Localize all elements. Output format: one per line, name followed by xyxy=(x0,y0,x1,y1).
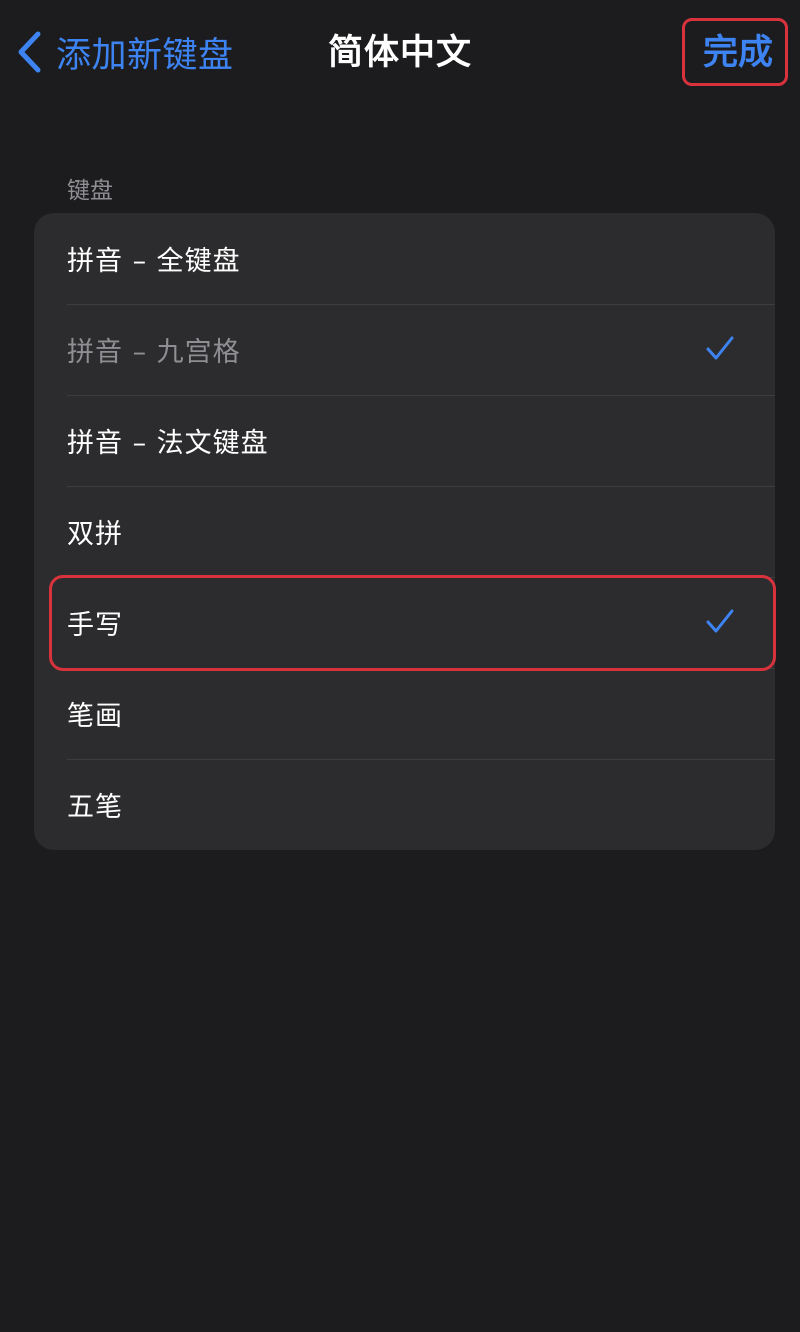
keyboard-row-label: 拼音 – 法文键盘 xyxy=(67,428,269,459)
keyboard-list: 拼音 – 全键盘 拼音 – 九宫格 拼音 – 法文键盘 双拼手写笔画五笔 xyxy=(34,213,775,850)
keyboard-row-pinyin-french[interactable]: 拼音 – 法文键盘 xyxy=(34,395,775,486)
keyboard-row-label: 双拼 xyxy=(67,519,123,550)
checkmark-icon xyxy=(706,609,734,633)
keyboard-row-label: 五笔 xyxy=(67,792,123,823)
navigation-bar: 添加新键盘 简体中文 完成 xyxy=(0,0,800,110)
keyboard-row-label: 拼音 – 全键盘 xyxy=(67,246,241,277)
keyboard-row-label: 拼音 – 九宫格 xyxy=(67,337,241,368)
page-title: 简体中文 xyxy=(327,33,472,73)
keyboard-row-label: 手写 xyxy=(67,610,123,641)
section-header-keyboards: 键盘 xyxy=(67,178,113,204)
keyboard-row-pinyin-full[interactable]: 拼音 – 全键盘 xyxy=(34,213,775,304)
done-button[interactable]: 完成 xyxy=(703,24,773,75)
keyboard-row-wubi[interactable]: 五笔 xyxy=(34,759,775,850)
keyboard-row-stroke[interactable]: 笔画 xyxy=(34,668,775,759)
keyboard-row-shuangpin[interactable]: 双拼 xyxy=(34,486,775,577)
keyboard-row-pinyin-nine-grid: 拼音 – 九宫格 xyxy=(34,304,775,395)
keyboard-row-label: 笔画 xyxy=(67,701,123,732)
checkmark-icon xyxy=(706,336,734,360)
keyboard-settings-screen: 添加新键盘 简体中文 完成 键盘 拼音 – 全键盘 拼音 – 九宫格 拼音 – 法文… xyxy=(0,0,800,1332)
keyboard-row-handwriting[interactable]: 手写 xyxy=(34,577,775,668)
